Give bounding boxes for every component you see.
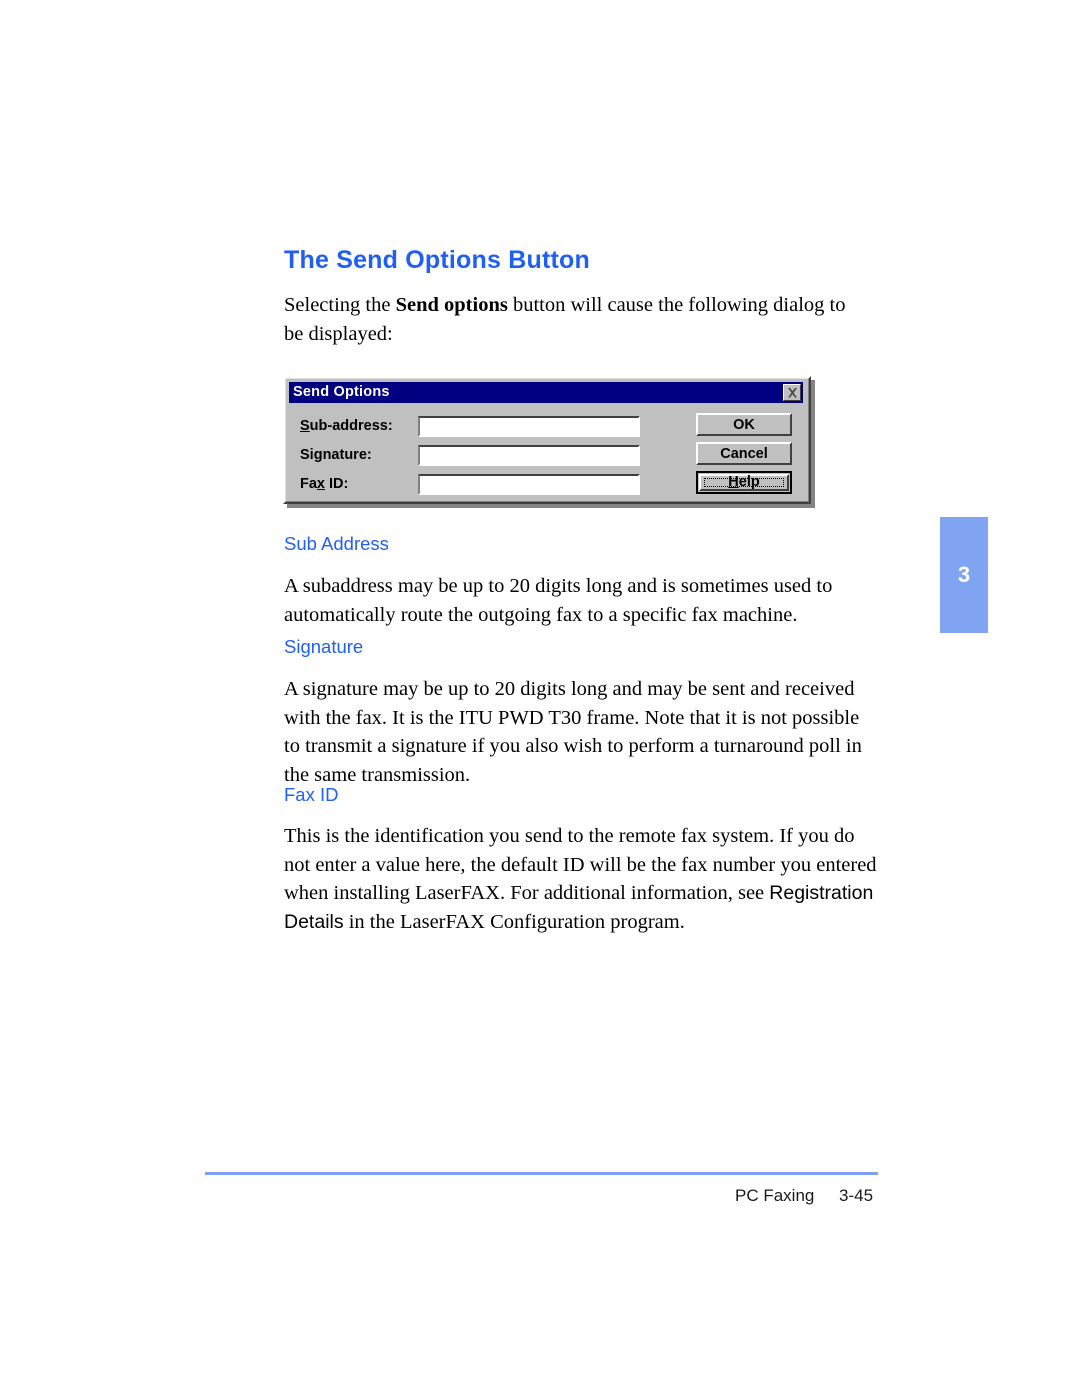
close-button[interactable]: [783, 384, 801, 401]
document-page: The Send Options Button Selecting the Se…: [0, 0, 1080, 1397]
help-button-label-rest: elp: [738, 474, 760, 491]
ok-button[interactable]: OK: [696, 413, 792, 436]
accel-underline-h: H: [728, 474, 739, 491]
intro-text-before: Selecting the: [284, 294, 396, 316]
accel-underline-s: S: [300, 417, 310, 434]
send-options-dialog: Send Options Sub-address: Signature: Fax…: [283, 376, 811, 504]
label-sub-address: Sub-address:: [300, 419, 418, 434]
subsection-title-sub-address: Sub Address: [284, 533, 389, 554]
help-button-bevel: Help: [699, 474, 789, 491]
dialog-title: Send Options: [293, 384, 390, 401]
accel-underline-x: x: [316, 475, 325, 492]
footer-page-number: 3-45: [839, 1186, 874, 1205]
subsection-body-signature: A signature may be up to 20 digits long …: [284, 678, 862, 786]
footer-section-label: PC Faxing: [735, 1186, 815, 1205]
field-row-sub-address: Sub-address:: [300, 415, 640, 437]
label-fax-id-pre: Fa: [300, 475, 317, 492]
label-fax-id-rest: ID:: [325, 475, 349, 492]
label-signature-pre: Si: [300, 446, 314, 463]
help-button[interactable]: Help: [696, 471, 792, 494]
fax-id-text-part2: in the LaserFAX Configuration program.: [343, 910, 685, 933]
label-fax-id: Fax ID:: [300, 477, 418, 492]
field-row-signature: Signature:: [300, 444, 640, 466]
intro-paragraph: Selecting the Send options button will c…: [284, 291, 864, 348]
subsection-body-fax-id: This is the identification you send to t…: [284, 822, 880, 936]
intro-bold-term: Send options: [395, 294, 508, 316]
signature-input[interactable]: [418, 444, 640, 466]
label-signature-rest: nature:: [322, 446, 372, 463]
subsection-title-signature: Signature: [284, 636, 364, 657]
subsection-body-sub-address: A subaddress may be up to 20 digits long…: [284, 575, 833, 626]
help-button-focus-ring: Help: [704, 475, 784, 490]
footer-rule: [205, 1172, 878, 1175]
label-signature: Signature:: [300, 448, 418, 463]
fax-id-input[interactable]: [418, 473, 640, 495]
subsection-title-fax-id: Fax ID: [284, 784, 339, 805]
dialog-titlebar[interactable]: Send Options: [289, 382, 803, 403]
page-title: The Send Options Button: [284, 246, 590, 274]
field-row-fax-id: Fax ID:: [300, 473, 640, 495]
sub-address-input[interactable]: [418, 415, 640, 437]
cancel-button[interactable]: Cancel: [696, 442, 792, 465]
help-button-label: Help: [728, 475, 759, 490]
dialog-inner-bevel: Send Options Sub-address: Signature: Fax…: [285, 378, 809, 502]
chapter-tab: 3: [940, 517, 988, 633]
accel-underline-g: g: [313, 446, 323, 463]
label-sub-address-rest: ub-address:: [309, 417, 393, 434]
